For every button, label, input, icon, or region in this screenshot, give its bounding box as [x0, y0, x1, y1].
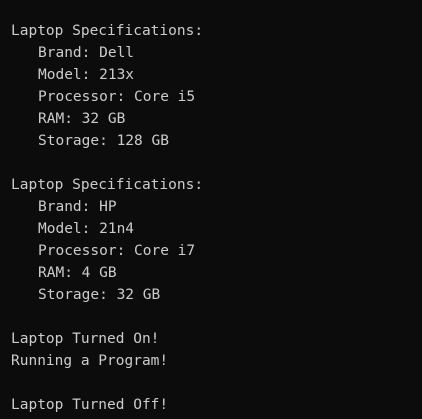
laptop2-model: Model: 21n4	[38, 221, 135, 237]
laptop1-model: Model: 213x	[38, 67, 135, 83]
laptop2-brand: Brand: HP	[38, 199, 117, 215]
laptop2-header: Laptop Specifications:	[11, 177, 204, 193]
laptop1-processor: Processor: Core i5	[38, 89, 196, 105]
laptop2-storage: Storage: 32 GB	[38, 287, 161, 303]
console-output: Laptop Specifications: Brand: Dell Model…	[0, 0, 422, 419]
event-running: Running a Program!	[11, 353, 169, 369]
laptop1-brand: Brand: Dell	[38, 45, 135, 61]
laptop2-ram: RAM: 4 GB	[38, 265, 117, 281]
laptop1-ram: RAM: 32 GB	[38, 111, 126, 127]
event-turned-on: Laptop Turned On!	[11, 331, 160, 347]
event-turned-off: Laptop Turned Off!	[11, 397, 169, 413]
laptop2-processor: Processor: Core i7	[38, 243, 196, 259]
laptop1-storage: Storage: 128 GB	[38, 133, 169, 149]
laptop1-header: Laptop Specifications:	[11, 23, 204, 39]
